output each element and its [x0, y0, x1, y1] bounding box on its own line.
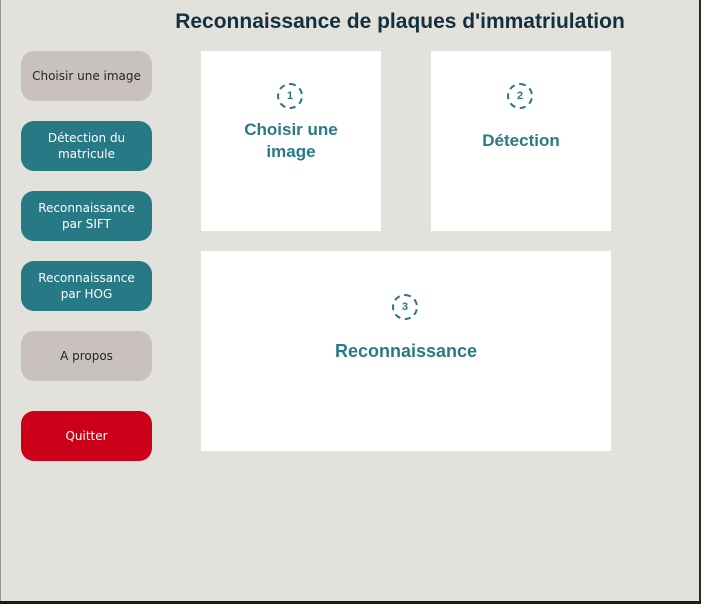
quit-button[interactable]: Quitter: [21, 411, 152, 461]
step-3-icon: 3: [392, 294, 418, 320]
step-2-icon: 2: [507, 83, 533, 109]
detect-plate-button[interactable]: Détection du matricule: [21, 121, 152, 171]
step-1-icon: 1: [277, 83, 303, 109]
window-border-left: [0, 0, 1, 604]
about-button[interactable]: A propos: [21, 331, 152, 381]
choose-image-button[interactable]: Choisir une image: [21, 51, 152, 101]
step-panel-detection[interactable]: 2 Détection: [431, 51, 611, 231]
step-number: 2: [516, 90, 524, 102]
step-panel-choose-image[interactable]: 1 Choisir une image: [201, 51, 381, 231]
step-number: 3: [401, 301, 409, 313]
step-panel-recognition[interactable]: 3 Reconnaissance: [201, 251, 611, 451]
step-label: Reconnaissance: [334, 341, 478, 361]
step-label: Choisir une image: [244, 120, 338, 161]
sift-recognition-button[interactable]: Reconnaissance par SIFT: [21, 191, 152, 241]
step-label: Détection: [482, 131, 560, 150]
step-number: 1: [286, 90, 294, 102]
page-title: Reconnaissance de plaques d'immatriulati…: [175, 10, 625, 33]
hog-recognition-button[interactable]: Reconnaissance par HOG: [21, 261, 152, 311]
